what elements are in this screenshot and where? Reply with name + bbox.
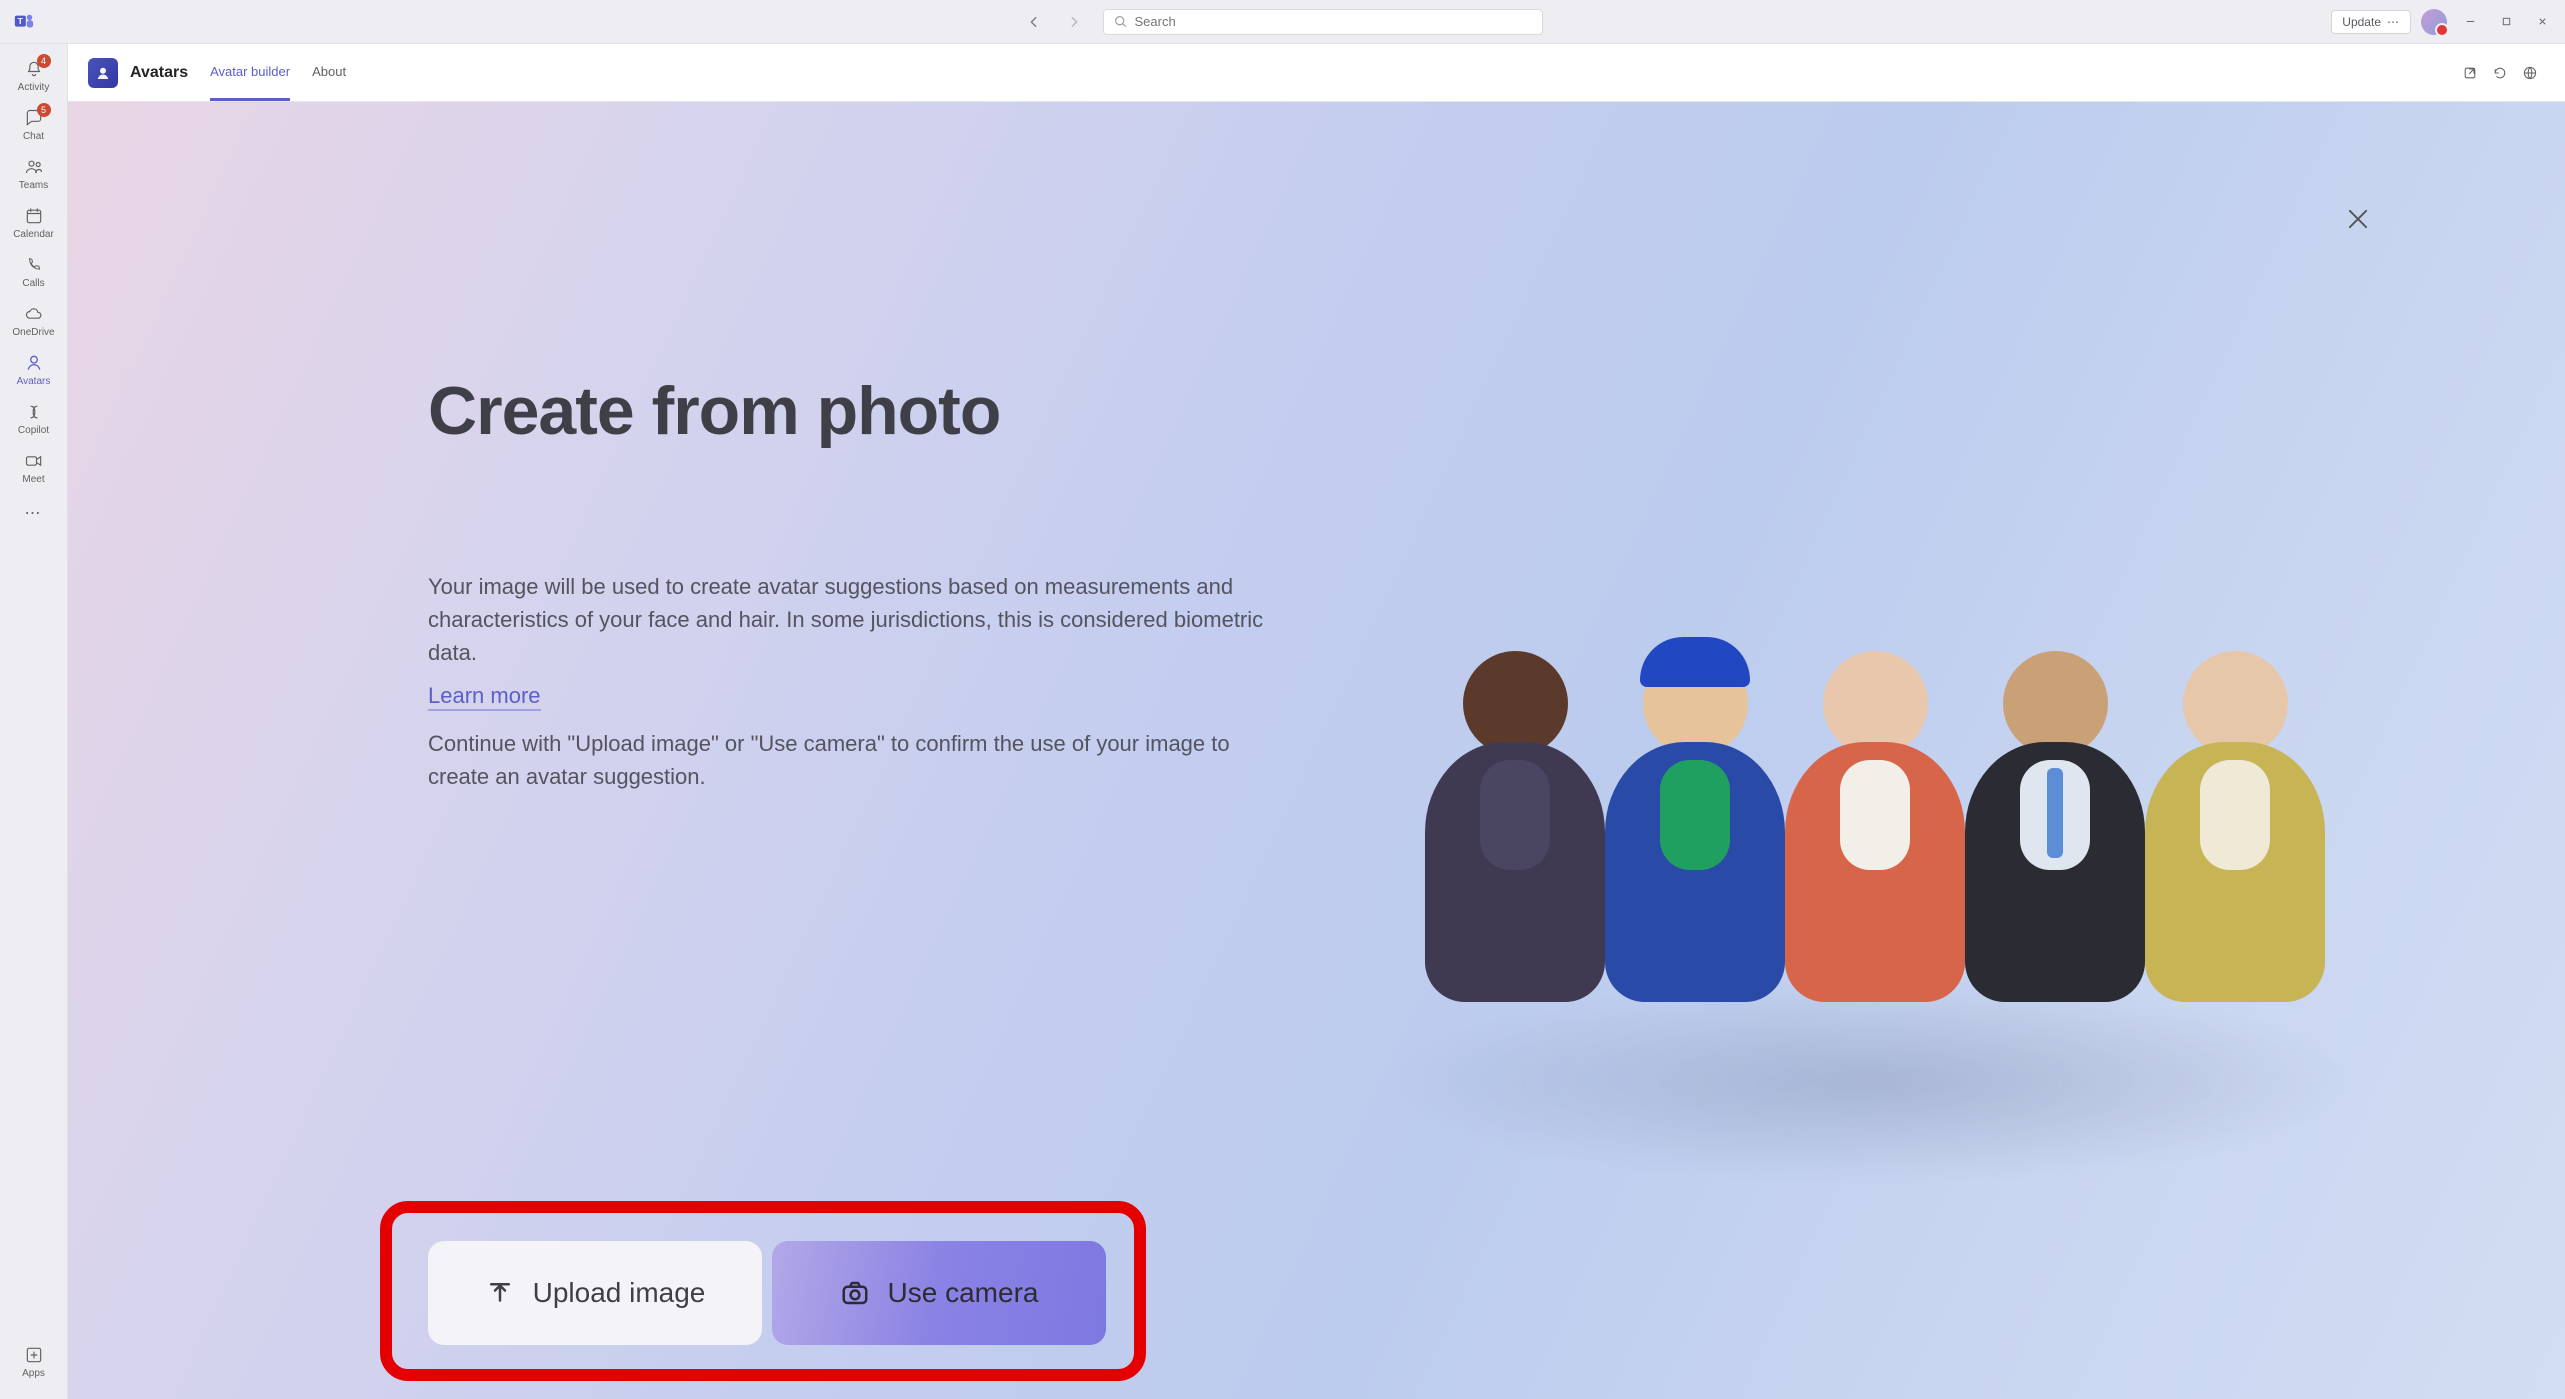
user-avatar[interactable]	[2421, 9, 2447, 35]
rail-item-calendar[interactable]: Calendar	[4, 199, 64, 246]
rail-item-activity[interactable]: 4 Activity	[4, 52, 64, 99]
rail-label: Teams	[19, 180, 48, 191]
close-button[interactable]	[2341, 202, 2375, 236]
rail-item-onedrive[interactable]: OneDrive	[4, 297, 64, 344]
phone-icon	[23, 254, 45, 276]
rail-label: Copilot	[18, 425, 49, 436]
text-column: Create from photo Your image will be use…	[428, 372, 1288, 807]
canvas: Create from photo Your image will be use…	[68, 102, 2565, 1399]
upload-icon	[485, 1278, 515, 1308]
learn-more-link[interactable]: Learn more	[428, 683, 541, 711]
update-button[interactable]: Update ⋯	[2331, 10, 2411, 34]
rail-label: Apps	[22, 1368, 45, 1379]
rail-item-meet[interactable]: Meet	[4, 444, 64, 491]
rail-more-button[interactable]: ⋯	[4, 493, 64, 533]
calendar-icon	[23, 205, 45, 227]
cloud-icon	[23, 303, 45, 325]
rail-label: Activity	[18, 82, 50, 93]
tab-avatar-builder[interactable]: Avatar builder	[210, 44, 290, 101]
nav-forward-button[interactable]	[1063, 11, 1085, 33]
left-rail: 4 Activity 5 Chat Teams Calendar Calls O…	[0, 44, 68, 1399]
rail-item-apps[interactable]: Apps	[4, 1338, 64, 1385]
app-title: Avatars	[130, 64, 188, 82]
teams-logo-icon: T	[10, 8, 38, 36]
rail-item-calls[interactable]: Calls	[4, 248, 64, 295]
more-dots-icon: ⋯	[25, 503, 43, 523]
avatars-app-icon	[88, 58, 118, 88]
page-title: Create from photo	[428, 372, 1288, 450]
activity-badge: 4	[37, 54, 51, 68]
search-input[interactable]	[1103, 9, 1543, 35]
nav-back-button[interactable]	[1023, 11, 1045, 33]
update-label: Update	[2342, 15, 2381, 29]
tab-about[interactable]: About	[312, 44, 346, 101]
avatar-icon	[23, 352, 45, 374]
people-icon	[23, 156, 45, 178]
rail-label: Chat	[23, 131, 44, 142]
biometric-notice: Your image will be used to create avatar…	[428, 570, 1268, 669]
upload-image-button[interactable]: Upload image	[428, 1241, 762, 1345]
rail-item-chat[interactable]: 5 Chat	[4, 101, 64, 148]
camera-label: Use camera	[888, 1277, 1039, 1309]
video-icon	[23, 450, 45, 472]
rail-item-avatars[interactable]: Avatars	[4, 346, 64, 393]
titlebar: T Update ⋯	[0, 0, 2565, 44]
copilot-icon	[23, 401, 45, 423]
rail-item-teams[interactable]: Teams	[4, 150, 64, 197]
upload-label: Upload image	[533, 1277, 706, 1309]
window-minimize-button[interactable]	[2457, 9, 2483, 35]
avatar-group-illustration	[1345, 442, 2405, 1002]
app-tabs: Avatar builder About	[210, 44, 346, 101]
rail-item-copilot[interactable]: Copilot	[4, 395, 64, 442]
reload-button[interactable]	[2485, 58, 2515, 88]
camera-icon	[840, 1278, 870, 1308]
window-maximize-button[interactable]	[2493, 9, 2519, 35]
apps-icon	[23, 1344, 45, 1366]
avatar-figure	[1765, 651, 1985, 1002]
search-icon	[1114, 15, 1127, 28]
rail-label: Avatars	[17, 376, 51, 387]
action-buttons: Upload image Use camera	[428, 1241, 1106, 1345]
rail-label: OneDrive	[12, 327, 54, 338]
more-dots-icon: ⋯	[2387, 15, 2400, 29]
group-shadow	[1385, 982, 2365, 1182]
rail-label: Meet	[22, 474, 44, 485]
rail-label: Calendar	[13, 229, 54, 240]
window-close-button[interactable]	[2529, 9, 2555, 35]
search-field[interactable]	[1135, 14, 1532, 29]
continue-notice: Continue with "Upload image" or "Use cam…	[428, 727, 1268, 793]
bell-icon: 4	[23, 58, 45, 80]
chat-icon: 5	[23, 107, 45, 129]
svg-text:T: T	[18, 16, 23, 25]
popout-button[interactable]	[2455, 58, 2485, 88]
rail-label: Calls	[22, 278, 44, 289]
use-camera-button[interactable]: Use camera	[772, 1241, 1106, 1345]
app-header: Avatars Avatar builder About	[68, 44, 2565, 102]
chat-badge: 5	[37, 103, 51, 117]
globe-button[interactable]	[2515, 58, 2545, 88]
